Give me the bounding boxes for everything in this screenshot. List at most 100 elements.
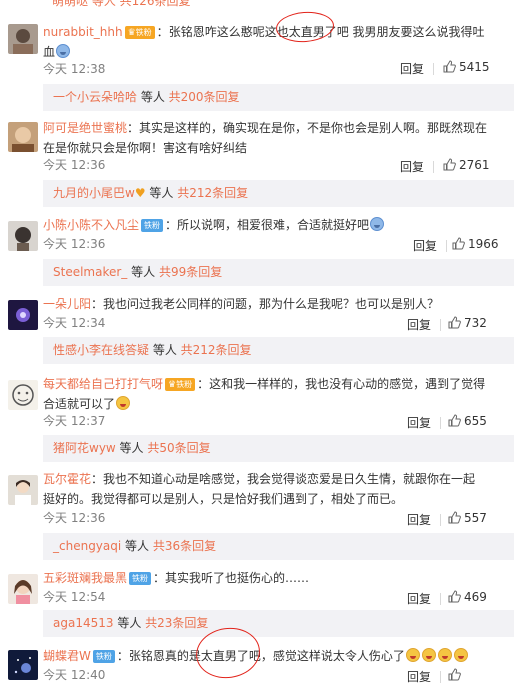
reply-button[interactable]: 回复: [407, 316, 431, 333]
avatar[interactable]: [8, 221, 38, 251]
divider: [433, 63, 434, 75]
avatar[interactable]: [8, 574, 38, 604]
laughing-emoji-icon: [421, 648, 436, 662]
comment-body-line2: 合适就可以了: [43, 394, 498, 414]
comment-body: 小陈小陈不入凡尘 铁粉 ：所以说啊，相爱很难，合适就挺好吧: [43, 215, 498, 235]
laughing-emoji-icon: [437, 648, 452, 662]
comment-body: 每天都给自己打打气呀 ♛铁粉 ：这和我一样样的，我也没有心动的感觉，遇到了觉得: [43, 377, 486, 391]
like-button[interactable]: 732: [448, 316, 487, 330]
like-button[interactable]: 5415: [443, 60, 490, 74]
reply-button[interactable]: 回复: [400, 60, 424, 77]
sub-reply-count[interactable]: 共212条回复: [177, 186, 248, 200]
comment-time: 今天 12:34: [43, 316, 106, 330]
sub-reply-count[interactable]: 共50条回复: [147, 441, 210, 455]
fan-badge: ♛铁粉: [165, 378, 196, 391]
username[interactable]: 一朵儿阳: [43, 297, 91, 311]
sub-replies-bar[interactable]: 性感小李在线答疑 等人 共212条回复: [43, 337, 514, 364]
comment-time: 今天 12:36: [43, 237, 106, 251]
reply-button[interactable]: 回复: [407, 511, 431, 528]
comment-text: 我也问过我老公同样的问题，那为什么是我呢？也可以是别人？: [103, 297, 440, 311]
comment-time: 今天 12:36: [43, 158, 106, 172]
comment-body: 蝴蝶君W 铁粉 ：张铭恩真的是太直男了吧，感觉这样说太令人伤心了: [43, 646, 498, 666]
comment-body: 瓦尔霍花：我也不知道心动是啥感觉，我会觉得谈恋爱是日久生情，就跟你在一起: [43, 472, 476, 486]
sub-reply-user[interactable]: 性感小李在线答疑: [53, 343, 149, 357]
sub-reply-count[interactable]: 共23条回复: [145, 616, 208, 630]
sub-reply-user[interactable]: Steelmaker_: [53, 265, 127, 279]
reply-button[interactable]: 回复: [407, 590, 431, 607]
username[interactable]: 蝴蝶君W: [43, 649, 91, 663]
avatar[interactable]: [8, 650, 38, 680]
comment-text: 其实是这样的，确实现在是你，不是你也会是别人啊。那既然现在: [139, 121, 488, 135]
truncated-reply-bar: 萌萌哒 等人 共126条回复: [0, 0, 521, 8]
thumbs-up-icon: [448, 511, 461, 524]
divider: [446, 240, 447, 252]
username[interactable]: 每天都给自己打打气呀: [43, 377, 163, 391]
like-button[interactable]: 655: [448, 414, 487, 428]
like-button[interactable]: 1966: [452, 237, 499, 251]
crown-icon: ♛: [168, 380, 177, 390]
sub-replies-bar[interactable]: 一个小云朵哈哈 等人 共200条回复: [43, 84, 514, 111]
sub-reply-user[interactable]: aga14513: [53, 616, 114, 630]
reply-button[interactable]: 回复: [413, 237, 437, 254]
thumbs-up-icon: [448, 414, 461, 427]
comment-text: 所以说啊，相爱很难，合适就挺好吧: [177, 218, 370, 232]
username[interactable]: 阿可是绝世蜜桃: [43, 121, 127, 135]
heart-badge-icon: ♥: [134, 186, 146, 200]
avatar[interactable]: [8, 380, 38, 410]
comment-text: 这和我一样样的，我也没有心动的感觉，遇到了觉得: [209, 377, 486, 391]
like-button[interactable]: 2761: [443, 158, 490, 172]
thumbs-up-icon: [448, 590, 461, 603]
sub-reply-count[interactable]: 共200条回复: [169, 90, 240, 104]
reply-button[interactable]: 回复: [400, 158, 424, 175]
comment-time: 今天 12:54: [43, 590, 106, 604]
laughing-emoji-icon: [116, 396, 131, 410]
divider: [440, 593, 441, 605]
laughing-emoji-icon: [453, 648, 468, 662]
avatar[interactable]: [8, 475, 38, 505]
reply-button[interactable]: 回复: [407, 414, 431, 431]
like-button[interactable]: 557: [448, 511, 487, 525]
divider: [433, 161, 434, 173]
username[interactable]: 五彩斑斓我最黑: [43, 571, 127, 585]
sub-reply-user[interactable]: 猪阿花wyw: [53, 441, 116, 455]
sub-reply-user[interactable]: _chengyaqi: [53, 539, 121, 553]
comment-text: 我也不知道心动是啥感觉，我会觉得谈恋爱是日久生情，就跟你在一起: [103, 472, 476, 486]
avatar[interactable]: [8, 300, 38, 330]
fan-badge: 铁粉: [141, 219, 164, 232]
fan-badge: 铁粉: [129, 572, 152, 585]
comment-body: nurabbit_hhh ♛铁粉 ：张铭恩咋这么憨呢这也太直男了吧 我男朋友要这么说…: [43, 25, 485, 39]
comment-text: 其实我听了也挺伤心的……: [165, 571, 310, 585]
avatar[interactable]: [8, 122, 38, 152]
avatar[interactable]: [8, 24, 38, 54]
sub-replies-bar[interactable]: 猪阿花wyw 等人 共50条回复: [43, 435, 514, 462]
sub-reply-count[interactable]: 共99条回复: [159, 265, 222, 279]
fan-badge: ♛铁粉: [124, 26, 155, 39]
fan-badge: 铁粉: [92, 650, 115, 663]
comment-time: 今天 12:36: [43, 511, 106, 525]
sub-reply-user[interactable]: 一个小云朵哈哈: [53, 90, 137, 104]
comment-time: 今天 12:40: [43, 668, 106, 682]
sub-replies-bar[interactable]: 九月的小尾巴w♥ 等人 共212条回复: [43, 180, 514, 207]
sub-replies-bar[interactable]: _chengyaqi 等人 共36条回复: [43, 533, 514, 560]
divider: [440, 417, 441, 429]
reply-button[interactable]: 回复: [407, 668, 431, 685]
comment-body-line2: 挺好的。我觉得都可以是别人，只是恰好我们遇到了，相处了而已。: [43, 492, 404, 506]
username[interactable]: nurabbit_hhh: [43, 25, 123, 39]
laughing-emoji-icon: [405, 648, 420, 662]
sub-reply-count[interactable]: 共212条回复: [181, 343, 252, 357]
like-button[interactable]: 469: [448, 590, 487, 604]
sub-reply-user[interactable]: 九月的小尾巴w: [53, 186, 135, 200]
like-button[interactable]: [448, 668, 464, 682]
thumbs-up-icon: [452, 237, 465, 250]
sub-replies-bar[interactable]: aga14513 等人 共23条回复: [43, 610, 514, 637]
username[interactable]: 瓦尔霍花: [43, 472, 91, 486]
divider: [440, 671, 441, 683]
comment-body: 阿可是绝世蜜桃：其实是这样的，确实现在是你，不是你也会是别人啊。那既然现在: [43, 121, 488, 135]
sub-replies-bar[interactable]: Steelmaker_ 等人 共99条回复: [43, 259, 514, 286]
sub-reply-count[interactable]: 共36条回复: [153, 539, 216, 553]
divider: [440, 319, 441, 331]
thumbs-up-icon: [443, 60, 456, 73]
thumbs-up-icon: [448, 668, 461, 681]
username[interactable]: 小陈小陈不入凡尘: [43, 218, 139, 232]
comment-body-line2: 在是你就只会是你啊！害这有啥好纠结: [43, 141, 248, 155]
